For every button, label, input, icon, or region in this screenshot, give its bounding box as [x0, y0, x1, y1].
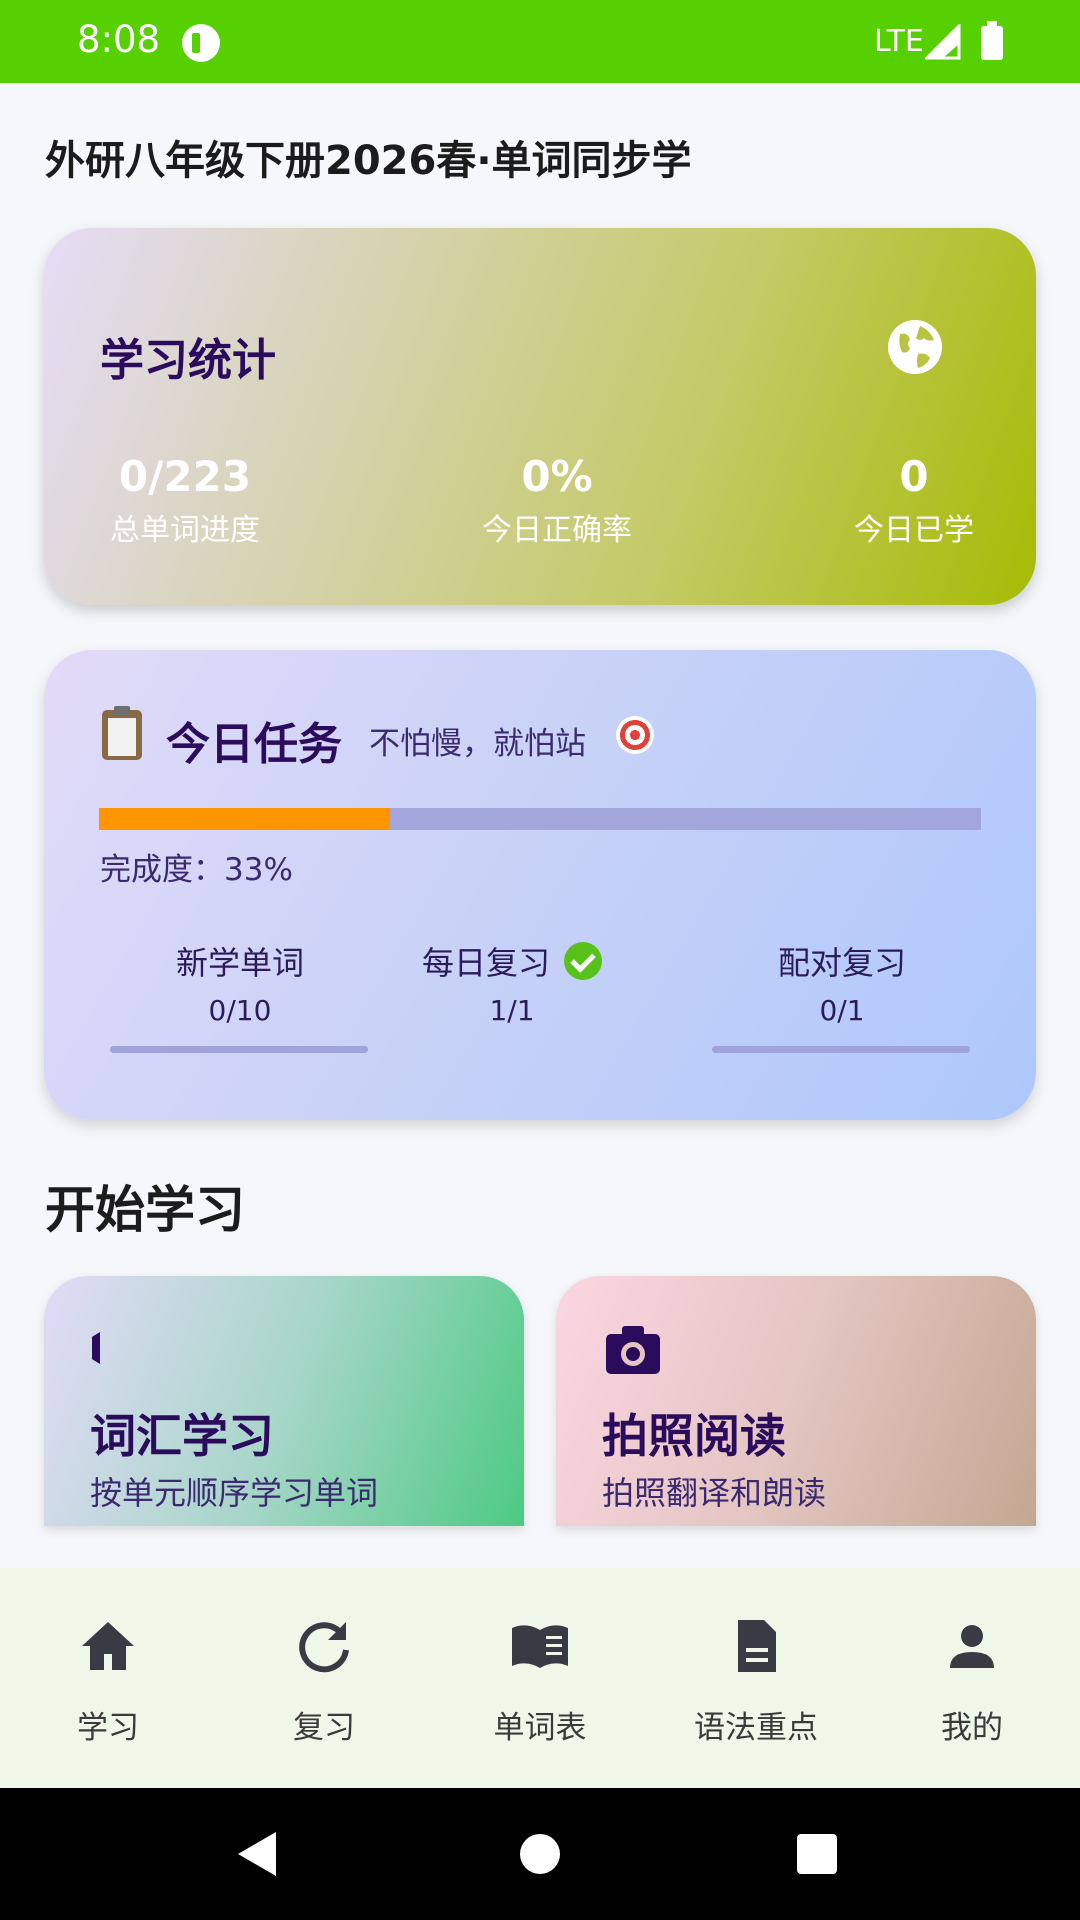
check-circle-icon: [564, 942, 602, 980]
book-icon: [512, 1625, 568, 1668]
subtask-daily-review[interactable]: 每日复习 1/1: [380, 938, 644, 1027]
task-progress-bar: [99, 808, 981, 830]
stats-card-title: 学习统计: [100, 335, 276, 386]
stat-total-progress: 0/223 总单词进度: [100, 452, 270, 549]
today-task-card[interactable]: 今日任务 不怕慢，就怕站 完成度：33% 新学单词 0/10 每日复习 1/1 …: [44, 650, 1036, 1120]
recents-icon[interactable]: [797, 1834, 837, 1874]
nav-label: 单词表: [493, 1710, 587, 1746]
subtask-progress-bar: [110, 1046, 368, 1053]
nav-item-profile[interactable]: 我的: [864, 1568, 1080, 1788]
subtask-name: 新学单词: [175, 944, 304, 982]
completion-text: 完成度：33%: [100, 852, 293, 888]
stats-card: 学习统计 0/223 总单词进度 0% 今日正确率 0 今日已学: [44, 228, 1036, 605]
nav-label: 学习: [77, 1710, 139, 1746]
photo-reading-subtitle: 拍照翻译和朗读: [602, 1474, 827, 1512]
nav-item-grammar[interactable]: 语法重点: [648, 1568, 864, 1788]
subtask-name: 每日复习: [380, 938, 644, 984]
app-notification-icon: [182, 24, 220, 62]
vocab-study-title: 词汇学习: [90, 1409, 274, 1463]
stat-accuracy: 0% 今日正确率: [472, 452, 642, 549]
subtask-count: 0/1: [819, 994, 865, 1027]
document-icon: [738, 1620, 776, 1672]
camera-icon: [606, 1326, 660, 1374]
subtask-count: 0/10: [208, 994, 272, 1027]
home-button-icon[interactable]: [520, 1834, 560, 1874]
stat-value: 0: [899, 452, 929, 501]
nav-item-review[interactable]: 复习: [216, 1568, 432, 1788]
subtask-progress-bar: [712, 1046, 970, 1053]
back-icon[interactable]: [236, 1830, 280, 1878]
play-icon: [92, 1332, 100, 1364]
stat-value: 0/223: [118, 452, 252, 501]
bottom-nav: 学习 复习 单词表 语法重点 我的: [0, 1568, 1080, 1788]
task-card-title: 今日任务: [166, 719, 342, 770]
battery-icon: [981, 21, 1003, 60]
network-type: LTE: [874, 24, 924, 59]
nav-item-study[interactable]: 学习: [0, 1568, 216, 1788]
status-bar: 8:08 LTE: [0, 0, 1080, 83]
signal-icon: [925, 24, 961, 60]
stat-value: 0%: [521, 452, 593, 501]
status-time: 8:08: [77, 18, 161, 61]
stat-label: 今日已学: [854, 513, 974, 548]
clipboard-icon: [102, 706, 142, 760]
page-title: 外研八年级下册2026春·单词同步学: [45, 138, 692, 184]
nav-label: 语法重点: [694, 1710, 818, 1746]
target-icon: [616, 716, 654, 754]
person-icon: [950, 1625, 994, 1668]
vocab-study-subtitle: 按单元顺序学习单词: [90, 1474, 379, 1512]
subtask-new-words[interactable]: 新学单词 0/10: [110, 938, 370, 1027]
nav-label: 我的: [941, 1710, 1003, 1746]
stat-label: 今日正确率: [482, 513, 632, 548]
nav-item-wordlist[interactable]: 单词表: [432, 1568, 648, 1788]
photo-reading-title: 拍照阅读: [602, 1409, 786, 1463]
task-motto: 不怕慢，就怕站: [369, 726, 586, 762]
subtask-name: 配对复习: [777, 944, 906, 982]
refresh-icon: [299, 1622, 349, 1673]
home-icon: [82, 1622, 134, 1670]
globe-icon[interactable]: [886, 318, 944, 376]
vocab-study-card[interactable]: 词汇学习 按单元顺序学习单词: [44, 1276, 524, 1526]
subtask-count: 1/1: [489, 994, 535, 1027]
task-progress-fill: [99, 808, 391, 830]
subtask-match-review[interactable]: 配对复习 0/1: [712, 938, 972, 1027]
section-title: 开始学习: [45, 1181, 245, 1239]
nav-label: 复习: [293, 1710, 355, 1746]
photo-reading-card[interactable]: 拍照阅读 拍照翻译和朗读: [556, 1276, 1036, 1526]
stat-label: 总单词进度: [110, 513, 260, 548]
subtask-name-text: 每日复习: [421, 944, 550, 982]
stat-learned-today: 0 今日已学: [834, 452, 994, 549]
